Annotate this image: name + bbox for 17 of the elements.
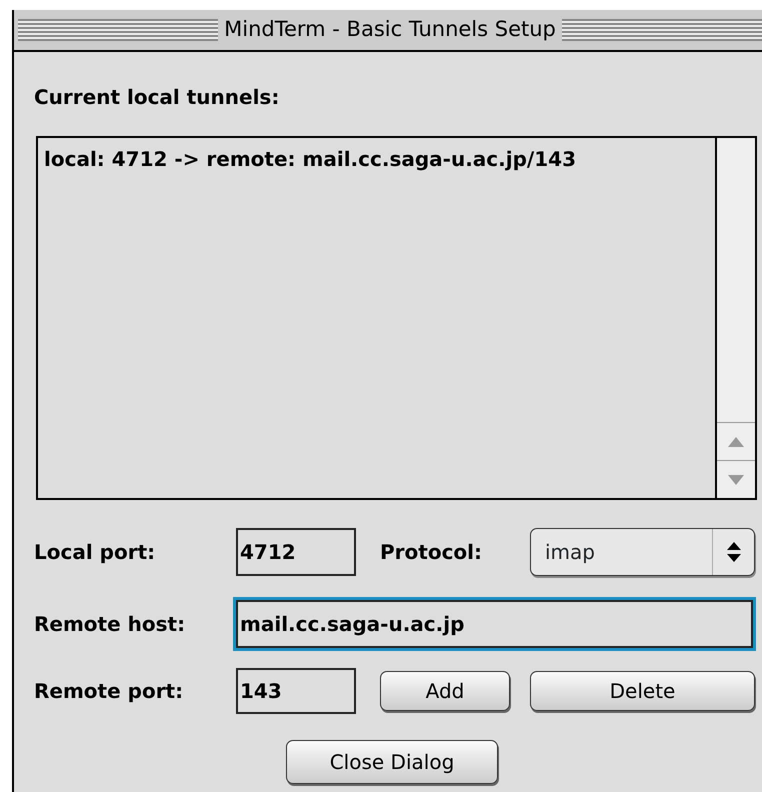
close-dialog-button[interactable]: Close Dialog: [286, 740, 498, 784]
window-title: MindTerm - Basic Tunnels Setup: [224, 16, 556, 44]
field-label: Remote port:: [34, 678, 184, 705]
delete-button[interactable]: Delete: [530, 671, 755, 711]
remote-host-field[interactable]: mail.cc.saga-u.ac.jp: [236, 600, 753, 648]
add-button[interactable]: Add: [380, 671, 510, 711]
field-label: Local port:: [34, 539, 156, 566]
updown-icon: [726, 542, 740, 562]
remote-port-field[interactable]: 143: [236, 668, 356, 714]
tunnel-entry[interactable]: local: 4712 -> remote: mail.cc.saga-u.ac.jp/143: [44, 144, 709, 174]
field-label: Protocol:: [380, 539, 484, 566]
field-label: Remote host:: [34, 611, 186, 638]
section-label: Current local tunnels:: [34, 85, 280, 109]
scrollbar[interactable]: [715, 138, 755, 498]
local-port-field[interactable]: 4712: [236, 528, 356, 576]
protocol-select[interactable]: imap: [530, 528, 755, 576]
tunnel-list[interactable]: local: 4712 -> remote: mail.cc.saga-u.ac.jp/143: [36, 136, 757, 500]
